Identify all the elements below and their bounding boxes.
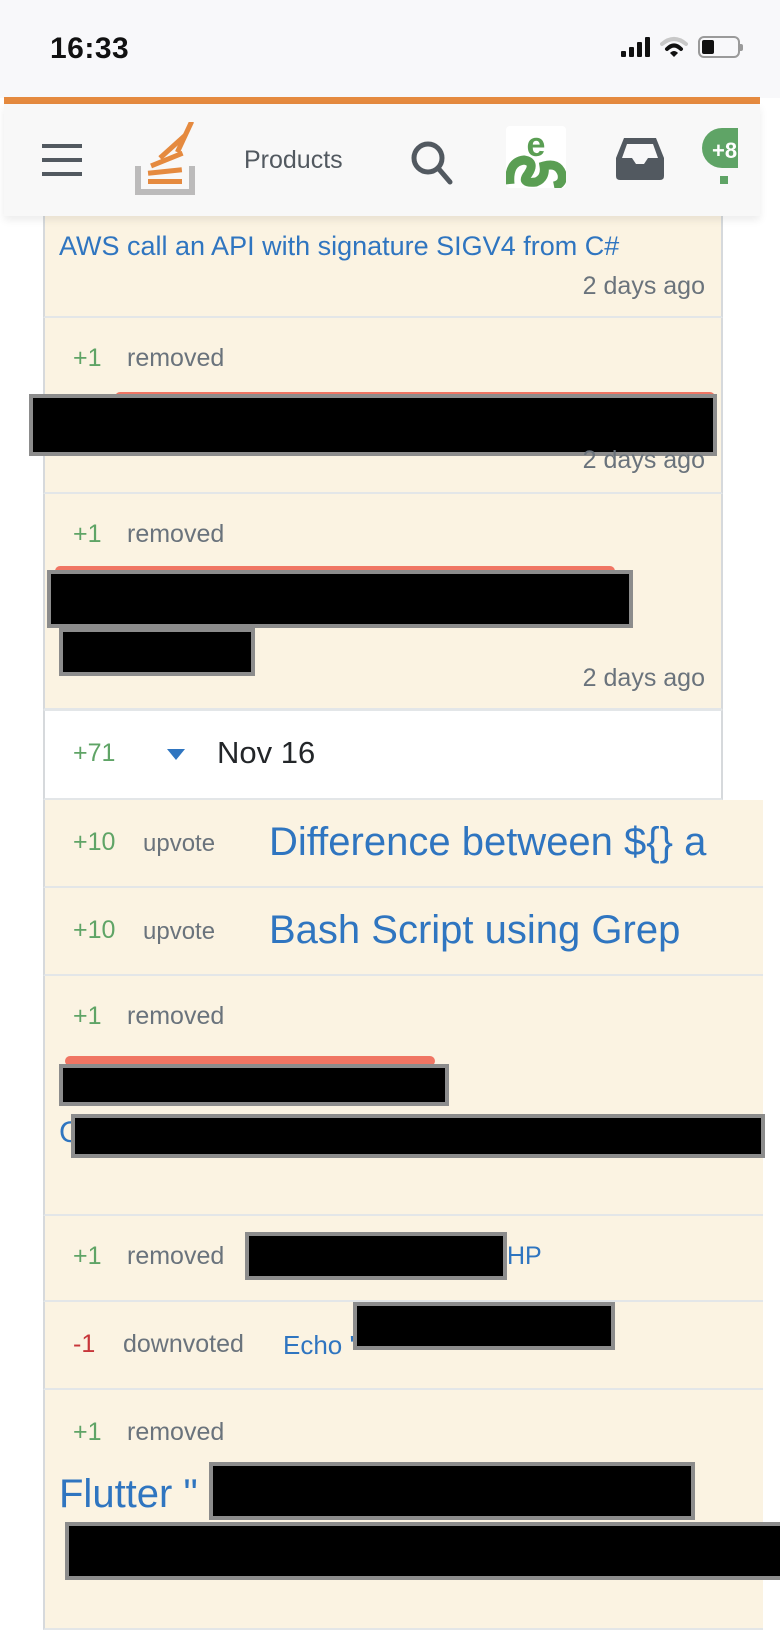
question-link[interactable]: HP xyxy=(507,1242,542,1271)
question-link[interactable]: Difference between ${} a xyxy=(269,820,706,865)
list-item: +1 removed C xyxy=(43,976,765,1216)
redacted-block xyxy=(209,1462,695,1520)
day-date: Nov 16 xyxy=(217,735,316,770)
day-header[interactable]: +71 Nov 16 xyxy=(43,710,723,800)
list-item: +10 upvote Bash Script using Grep xyxy=(43,888,763,976)
question-link[interactable]: Bash Script using Grep xyxy=(269,908,680,953)
status-bar: 16:33 xyxy=(0,0,780,98)
battery-icon xyxy=(698,36,743,58)
inbox-icon[interactable] xyxy=(614,134,666,182)
rep-action: upvote xyxy=(143,830,216,857)
redacted-block xyxy=(245,1232,507,1280)
rep-change: +1 xyxy=(73,1002,102,1030)
question-link[interactable]: Flutter " xyxy=(59,1472,198,1517)
list-item: +10 upvote Difference between ${} a xyxy=(43,800,763,888)
redacted-block xyxy=(47,570,633,628)
redacted-block xyxy=(353,1302,615,1350)
achievements-badge: +8 xyxy=(712,138,737,163)
wifi-icon xyxy=(660,37,688,57)
question-link[interactable]: AWS call an API with signature SIGV4 fro… xyxy=(59,231,619,262)
rep-change: +1 xyxy=(73,344,102,372)
rep-change: -1 xyxy=(73,1330,96,1358)
products-menu[interactable]: Products xyxy=(244,146,343,175)
hamburger-menu-icon[interactable] xyxy=(42,144,82,176)
rep-action: removed xyxy=(127,1002,225,1030)
rep-change: +10 xyxy=(73,916,116,944)
list-item: -1 downvoted Echo ' xyxy=(43,1302,763,1390)
rep-action: removed xyxy=(127,520,225,548)
rep-action: downvoted xyxy=(123,1330,244,1358)
list-item: +1 removed HP xyxy=(43,1216,763,1302)
search-icon[interactable] xyxy=(408,138,456,186)
time-ago: 2 days ago xyxy=(582,272,705,300)
rep-change: +1 xyxy=(73,1418,102,1446)
time-ago: 2 days ago xyxy=(582,446,705,474)
list-item: AWS call an API with signature SIGV4 fro… xyxy=(43,216,723,318)
time-ago: 2 days ago xyxy=(582,664,705,692)
caret-down-icon[interactable] xyxy=(167,749,185,761)
top-navigation-bar: Products e +8 xyxy=(4,104,760,216)
rep-change: +1 xyxy=(73,1242,102,1270)
list-item: +1 removed 2 days ago xyxy=(43,494,723,710)
list-item: +1 removed 2 days ago xyxy=(29,318,723,494)
list-item: +1 removed Flutter " xyxy=(43,1390,780,1630)
stack-overflow-logo[interactable] xyxy=(134,122,198,196)
redacted-block xyxy=(71,1114,765,1158)
status-icons xyxy=(621,36,743,58)
achievements-icon[interactable]: +8 xyxy=(702,122,738,192)
rep-action: removed xyxy=(127,1242,225,1270)
day-rep-total: +71 xyxy=(73,739,116,767)
question-link[interactable]: Echo ' xyxy=(283,1330,354,1361)
rep-change: +10 xyxy=(73,828,116,856)
redacted-block xyxy=(65,1522,780,1580)
site-avatar-icon[interactable]: e xyxy=(506,126,566,188)
rep-change: +1 xyxy=(73,520,102,548)
reputation-feed: AWS call an API with signature SIGV4 fro… xyxy=(29,216,780,1630)
cellular-signal-icon xyxy=(621,37,650,57)
status-time: 16:33 xyxy=(50,32,130,65)
redacted-block xyxy=(59,1064,449,1106)
redacted-block xyxy=(59,628,255,676)
rep-action: removed xyxy=(127,1418,225,1446)
accent-bar xyxy=(4,97,760,104)
rep-action: removed xyxy=(127,344,225,372)
rep-action: upvote xyxy=(143,918,216,945)
